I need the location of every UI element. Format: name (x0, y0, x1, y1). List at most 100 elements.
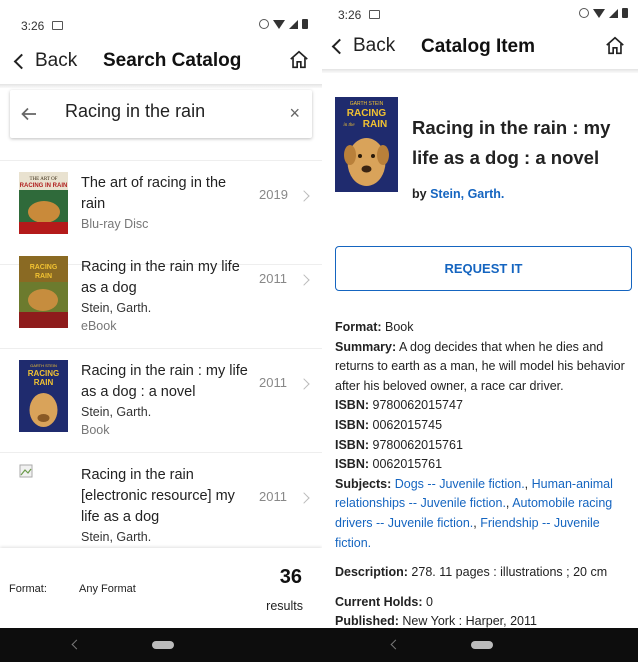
back-label: Back (35, 50, 78, 71)
nav-back-icon[interactable] (390, 639, 401, 650)
isbn-value: 0062015745 (372, 417, 443, 432)
list-item[interactable]: RACING RAIN Racing in the rain my life a… (0, 245, 322, 349)
holds-row: Current Holds: 0 (335, 593, 633, 613)
result-title: Racing in the rain [electronic resource]… (81, 467, 235, 525)
status-time: 3:26 (338, 8, 362, 22)
chevron-right-icon (298, 274, 310, 286)
page-title: Search Catalog (103, 50, 242, 71)
description-label: Description: (335, 565, 408, 580)
request-it-button[interactable]: REQUEST IT (335, 246, 632, 291)
cover-author: GARTH STEIN (350, 101, 384, 107)
svg-text:RAIN: RAIN (35, 273, 52, 280)
cover-in-the: in the (343, 123, 355, 128)
holds-label: Current Holds: (335, 594, 423, 609)
summary-label: Summary: (335, 339, 397, 354)
nav-home-pill[interactable] (471, 641, 493, 649)
isbn-row: ISBN: 9780062015761 (335, 436, 633, 456)
cover-thumbnail: THE ART OF RACING IN RAIN (19, 172, 68, 234)
signal-icon (289, 19, 298, 29)
signal-icon (609, 8, 618, 18)
format-label: Format: (335, 320, 382, 334)
isbn-row: ISBN: 0062015761 (335, 455, 633, 475)
nav-home-pill[interactable] (152, 641, 174, 649)
subjects-label: Subjects: (335, 476, 392, 491)
status-time: 3:26 (21, 19, 45, 33)
header-divider (322, 69, 638, 73)
search-catalog-screen: 3:26 Back Search Catalog × (0, 0, 322, 662)
format-row: Format: Book (335, 318, 633, 338)
clear-search-icon[interactable]: × (289, 104, 300, 122)
format-filter-label: Format: (9, 583, 47, 595)
chevron-right-icon (298, 492, 310, 504)
result-year: 2011 (259, 271, 287, 286)
nav-back-icon[interactable] (71, 639, 82, 650)
broken-image-icon (19, 464, 33, 478)
book-cover: GARTH STEIN RACING in the RAIN (335, 97, 398, 192)
holds-value: 0 (425, 594, 433, 609)
result-year: 2019 (259, 187, 288, 202)
format-filter-select[interactable]: Any Format (79, 583, 136, 595)
battery-icon (622, 8, 628, 18)
result-text: The art of racing in the rain Blu-ray Di… (81, 173, 249, 233)
back-label: Back (353, 35, 396, 56)
back-button[interactable]: Back (331, 35, 396, 57)
results-count: 36 (279, 566, 302, 588)
cover-rain: RAIN (363, 119, 387, 130)
result-title: Racing in the rain : my life as a dog : … (81, 363, 248, 400)
arrow-back-icon[interactable] (20, 105, 38, 123)
list-item[interactable]: GARTH STEIN RACING RAIN Racing in the ra… (0, 349, 322, 453)
chevron-left-icon (331, 38, 348, 54)
chevron-right-icon (298, 190, 310, 202)
results-count-label: results (266, 599, 303, 613)
app-header: Back Search Catalog (0, 42, 322, 82)
isbn-row: ISBN: 9780062015747 (335, 396, 633, 416)
result-year: 2011 (259, 375, 287, 390)
result-format: Book (81, 423, 110, 437)
item-title: Racing in the rain : my life as a dog : … (412, 117, 611, 168)
home-icon[interactable] (288, 49, 310, 71)
notification-icon (52, 21, 63, 30)
subject-link[interactable]: Dogs -- Juvenile fiction. (395, 477, 525, 491)
svg-text:RAIN: RAIN (34, 378, 54, 387)
search-bar: × (10, 90, 312, 138)
result-author: Stein, Garth. (81, 405, 152, 419)
format-value: Book (385, 320, 414, 334)
isbn-value: 0062015761 (372, 457, 443, 472)
search-input[interactable] (65, 101, 275, 122)
result-format: eBook (81, 319, 117, 333)
isbn-value: 9780062015761 (372, 437, 463, 452)
item-byline: by Stein, Garth. (412, 187, 504, 201)
status-bar: 3:26 (0, 0, 322, 40)
published-value: New York : Harper, 2011 (402, 614, 537, 629)
isbn-label: ISBN: (335, 457, 370, 472)
svg-text:THE ART OF: THE ART OF (30, 177, 58, 182)
list-item[interactable]: Racing in the rain [electronic resource]… (0, 453, 322, 546)
status-icons (579, 8, 628, 18)
isbn-label: ISBN: (335, 437, 370, 452)
result-author: Stein, Garth. (81, 301, 152, 315)
home-icon[interactable] (604, 35, 626, 57)
result-year: 2011 (259, 489, 287, 504)
isbn-label: ISBN: (335, 398, 370, 413)
isbn-label: ISBN: (335, 417, 370, 432)
svg-text:RACING: RACING (28, 369, 60, 378)
isbn-row: ISBN: 0062015745 (335, 416, 633, 436)
system-nav-bar (322, 628, 638, 662)
chevron-right-icon (298, 378, 310, 390)
summary-row: Summary: A dog decides that when he dies… (335, 338, 633, 397)
results-list: THE ART OF RACING IN RAIN The art of rac… (0, 160, 322, 546)
svg-text:RACING IN RAIN: RACING IN RAIN (20, 183, 68, 189)
status-icons (259, 19, 308, 29)
svg-text:RACING: RACING (30, 264, 58, 271)
cover-thumbnail: GARTH STEIN RACING RAIN (19, 360, 68, 432)
author-link[interactable]: Stein, Garth. (430, 187, 504, 201)
system-nav-bar (0, 628, 322, 662)
battery-icon (302, 19, 308, 29)
result-author: Stein, Garth. (81, 530, 152, 544)
wifi-icon (593, 8, 605, 18)
chevron-left-icon (13, 53, 30, 69)
by-label: by (412, 187, 427, 201)
back-button[interactable]: Back (13, 50, 78, 72)
subjects-row: Subjects: Dogs -- Juvenile fiction., Hum… (335, 476, 613, 550)
